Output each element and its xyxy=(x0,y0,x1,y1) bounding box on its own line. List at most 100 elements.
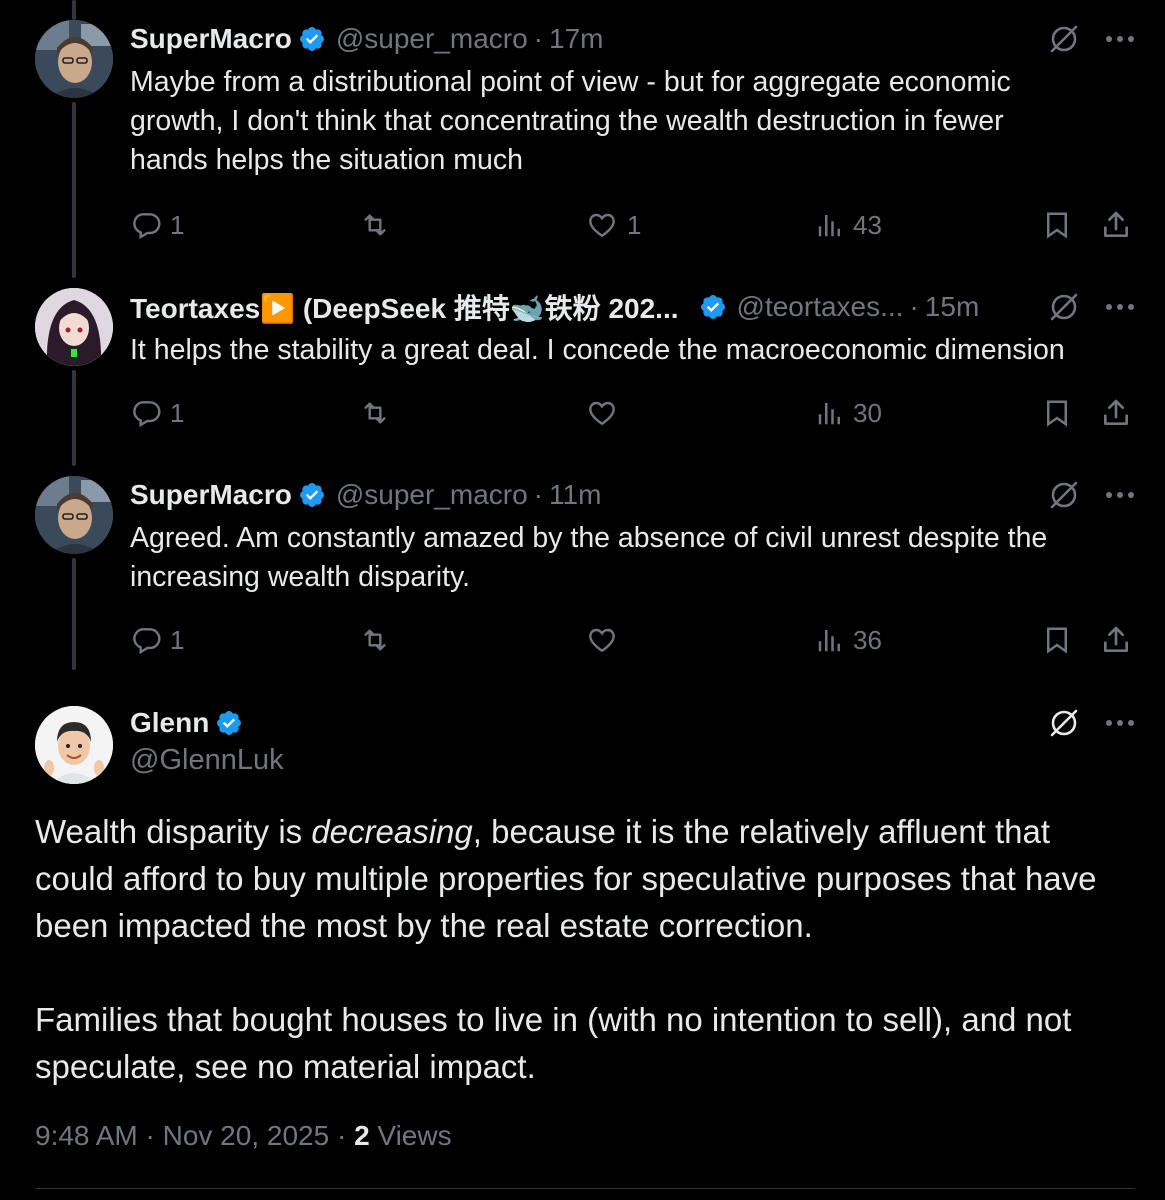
reply-count: 1 xyxy=(170,209,185,240)
avatar[interactable] xyxy=(35,288,113,366)
separator-dot: · xyxy=(533,23,543,54)
timestamp[interactable]: 11m xyxy=(549,479,601,511)
like-button[interactable]: 1 xyxy=(585,205,641,245)
share-icon xyxy=(1104,626,1128,652)
repost-icon xyxy=(364,629,386,651)
verified-badge-icon xyxy=(699,293,727,321)
like-count: 1 xyxy=(627,209,642,240)
display-name[interactable]: SuperMacro xyxy=(130,23,292,55)
more-icon[interactable] xyxy=(1105,303,1135,311)
repost-button[interactable] xyxy=(358,620,392,660)
verified-badge-icon xyxy=(298,25,326,53)
repost-button[interactable] xyxy=(358,393,392,433)
views-icon xyxy=(818,215,840,237)
reply-icon xyxy=(133,401,161,428)
tweet-text: It helps the stability a great deal. I c… xyxy=(130,331,1135,370)
bookmark-icon xyxy=(1047,627,1067,654)
bookmark-icon xyxy=(1047,212,1067,239)
tweet-text-line: Maybe from a distributional point of vie… xyxy=(130,66,1011,98)
like-icon xyxy=(589,213,615,238)
avatar[interactable] xyxy=(35,706,113,784)
bookmark-button[interactable] xyxy=(1042,205,1072,245)
views-button[interactable]: 36 xyxy=(815,620,882,660)
tweet-actions: 1 1 43 xyxy=(130,205,1135,245)
tweet-header: SuperMacro @super_macro · 17m xyxy=(130,20,1135,58)
header-icons xyxy=(1049,20,1135,58)
tweet-text: Maybe from a distributional point of vie… xyxy=(130,63,1135,180)
author-block: Glenn @GlennLuk xyxy=(130,704,284,777)
reply-count: 1 xyxy=(170,397,185,428)
tweet-text-line: Agreed. Am constantly amazed by the abse… xyxy=(130,522,1048,554)
header-icons xyxy=(1049,476,1135,514)
like-icon xyxy=(589,628,615,653)
grok-icon[interactable] xyxy=(1049,480,1079,510)
repost-button[interactable] xyxy=(358,205,392,245)
tweet-text-line: growth, I don't think that concentrating… xyxy=(130,105,1004,137)
more-icon[interactable] xyxy=(1105,35,1135,43)
views-count: 30 xyxy=(853,397,882,428)
tweet-text: Wealth disparity is decreasing, because … xyxy=(35,808,1135,1090)
user-handle[interactable]: @GlennLuk xyxy=(130,744,284,777)
separator-dot: · xyxy=(909,291,919,322)
reply-icon xyxy=(133,213,161,240)
share-button[interactable] xyxy=(1100,620,1132,660)
reply-button[interactable]: 1 xyxy=(130,393,184,433)
views-count: 2 xyxy=(354,1120,370,1151)
tweet-timestamp[interactable]: 9:48 AM · Nov 20, 2025 · xyxy=(35,1120,354,1151)
share-button[interactable] xyxy=(1100,205,1132,245)
grok-icon[interactable] xyxy=(1049,24,1079,54)
user-handle[interactable]: @teortaxes... xyxy=(737,291,904,323)
more-icon[interactable] xyxy=(1105,491,1135,499)
views-icon xyxy=(818,630,840,652)
timestamp[interactable]: 17m xyxy=(549,23,603,55)
timestamp[interactable]: 15m xyxy=(925,291,979,323)
grok-icon[interactable] xyxy=(1049,292,1079,322)
thread-line xyxy=(72,0,76,20)
repost-icon xyxy=(364,402,386,424)
avatar[interactable] xyxy=(35,476,113,554)
share-button[interactable] xyxy=(1100,393,1132,433)
like-icon xyxy=(589,401,615,426)
tweet-actions: 1 30 xyxy=(130,393,1135,433)
bookmark-button[interactable] xyxy=(1042,393,1072,433)
views-count: 43 xyxy=(853,209,882,240)
tweet-thread-page: SuperMacro @super_macro · 17m Maybe from… xyxy=(0,0,1165,1200)
tweet-paragraph: Wealth disparity is decreasing, because … xyxy=(35,808,1135,949)
user-handle[interactable]: @super_macro xyxy=(336,479,528,511)
tweet-paragraph: Families that bought houses to live in (… xyxy=(35,1001,1072,1085)
header-icons xyxy=(1049,704,1135,742)
views-button[interactable]: 43 xyxy=(815,205,882,245)
header-icons xyxy=(1049,288,1135,326)
bookmark-icon xyxy=(1047,400,1067,427)
tweet-header: Teortaxes▶️ (DeepSeek 推特🐋铁粉 202... @teor… xyxy=(130,288,1135,326)
reply-button[interactable]: 1 xyxy=(130,620,184,660)
reply-button[interactable]: 1 xyxy=(130,205,184,245)
separator-dot: · xyxy=(533,479,543,510)
grok-icon[interactable] xyxy=(1049,708,1079,738)
views-icon xyxy=(818,403,840,425)
repost-icon xyxy=(364,214,386,236)
tweet-header: SuperMacro @super_macro · 11m xyxy=(130,476,1135,514)
tweet-text-line: It helps the stability a great deal. I c… xyxy=(130,334,1065,366)
tweet-text: Agreed. Am constantly amazed by the abse… xyxy=(130,519,1135,597)
verified-badge-icon xyxy=(298,481,326,509)
like-button[interactable] xyxy=(585,393,619,433)
more-icon[interactable] xyxy=(1105,719,1135,727)
avatar[interactable] xyxy=(35,20,113,98)
display-name[interactable]: Teortaxes▶️ (DeepSeek 推特🐋铁粉 202... xyxy=(130,287,679,327)
reply-icon xyxy=(133,628,161,655)
divider xyxy=(35,1188,1135,1189)
verified-badge-icon xyxy=(215,709,243,737)
display-name[interactable]: Glenn xyxy=(130,707,209,739)
views-button[interactable]: 30 xyxy=(815,393,882,433)
user-handle[interactable]: @super_macro xyxy=(336,23,528,55)
share-icon xyxy=(1104,399,1128,425)
reply-count: 1 xyxy=(170,624,185,655)
share-icon xyxy=(1104,211,1128,237)
display-name[interactable]: SuperMacro xyxy=(130,479,292,511)
tweet-actions: 1 36 xyxy=(130,620,1135,660)
bookmark-button[interactable] xyxy=(1042,620,1072,660)
tweet-text-line: hands helps the situation much xyxy=(130,144,523,176)
like-button[interactable] xyxy=(585,620,619,660)
text-span: Wealth disparity is xyxy=(35,813,312,850)
